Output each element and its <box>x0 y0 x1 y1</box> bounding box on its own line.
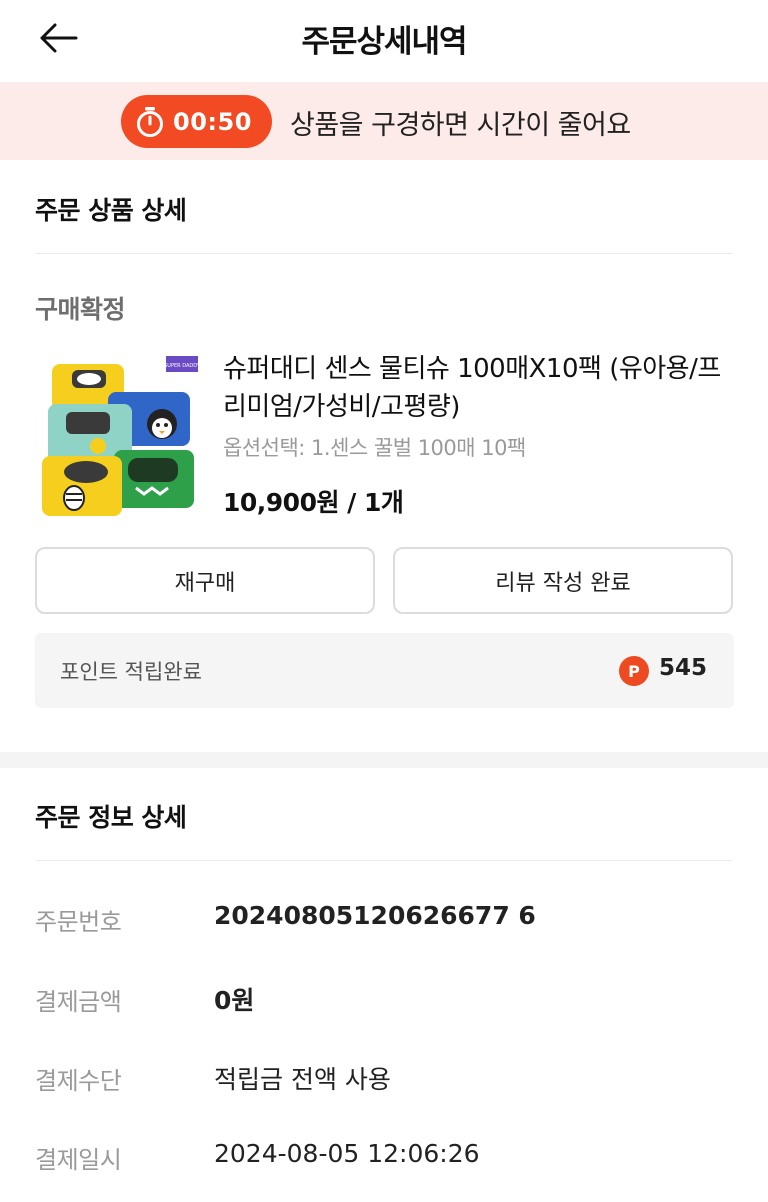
section-separator <box>0 752 768 768</box>
order-number-value: 20240805120626677 6 <box>214 901 536 930</box>
payment-method-label: 결제수단 <box>35 1067 122 1095</box>
points-value: 545 <box>659 655 708 681</box>
stopwatch-icon <box>137 106 163 137</box>
payment-date-value: 2024-08-05 12:06:26 <box>214 1139 480 1168</box>
product-name[interactable]: 슈퍼대디 센스 물티슈 100매X10팩 (유아용/프리미엄/가성비/고평량) <box>223 350 723 426</box>
product-option: 옵션선택: 1.센스 꿀벌 100매 10팩 <box>223 436 526 460</box>
order-status: 구매확정 <box>35 295 126 324</box>
brand-logo-text: SUPER DADDY <box>164 363 201 369</box>
payment-date-label: 결제일시 <box>35 1146 122 1174</box>
wet-wipes-image: SUPER DADDY <box>42 356 201 516</box>
payment-amount-value: 0원 <box>214 986 255 1015</box>
timer-value: 00:50 <box>173 107 252 136</box>
order-products-section-title: 주문 상품 상세 <box>35 196 187 225</box>
points-label: 포인트 적립완료 <box>60 660 202 684</box>
app-header: 주문상세내역 <box>0 0 768 82</box>
section-divider <box>35 860 733 861</box>
rebuy-button[interactable]: 재구매 <box>35 547 375 614</box>
order-number-label: 주문번호 <box>35 908 122 936</box>
section-divider <box>35 253 733 254</box>
page-title: 주문상세내역 <box>301 24 467 60</box>
review-completed-button[interactable]: 리뷰 작성 완료 <box>393 547 733 614</box>
timer-banner: 00:50 상품을 구경하면 시간이 줄어요 <box>0 82 768 160</box>
payment-method-value: 적립금 전액 사용 <box>214 1065 391 1094</box>
product-price: 10,900원 / 1개 <box>223 488 404 517</box>
timer-message: 상품을 구경하면 시간이 줄어요 <box>290 110 631 141</box>
points-earned-box: 포인트 적립완료 P 545 <box>35 633 734 708</box>
timer-badge: 00:50 <box>121 95 272 148</box>
order-info-section-title: 주문 정보 상세 <box>35 803 187 832</box>
payment-amount-label: 결제금액 <box>35 988 122 1016</box>
point-coin-icon: P <box>619 656 649 686</box>
product-image[interactable]: SUPER DADDY <box>40 352 202 520</box>
